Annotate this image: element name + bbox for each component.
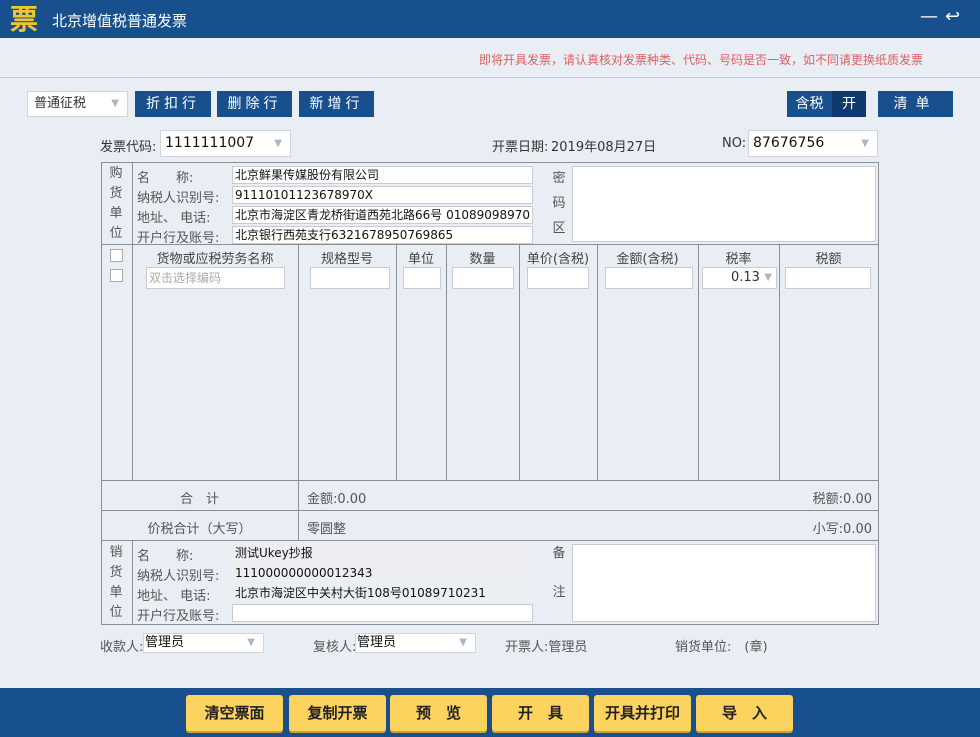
issuer-label: 开票人:管理员 xyxy=(505,640,588,655)
item-price-input[interactable] xyxy=(527,267,589,289)
back-button[interactable]: ↩ xyxy=(945,6,960,27)
tax-inclusive-label: 含税 xyxy=(787,91,832,117)
seller-bank-label: 开户行及账号: xyxy=(137,609,220,624)
divider xyxy=(0,77,980,78)
buyer-addr-label: 地址、 电话: xyxy=(137,211,211,226)
row-checkbox[interactable] xyxy=(110,269,123,282)
window-title: 北京增值税普通发票 xyxy=(52,12,188,30)
notice-text: 即将开具发票，请认真核对发票种类、代码、号码是否一致，如不同请更换纸质发票 xyxy=(478,53,923,67)
sum-label: 合 计 xyxy=(179,492,219,507)
chevron-down-icon: ▼ xyxy=(861,138,869,149)
invoice-no-select[interactable]: 87676756 ▼ xyxy=(748,130,878,157)
reviewer-select[interactable]: 管理员 ▼ xyxy=(355,633,476,653)
buyer-name-input[interactable]: 北京鲜果传媒股份有限公司 xyxy=(232,166,533,184)
list-button[interactable]: 清单 xyxy=(878,91,953,117)
item-qty-input[interactable] xyxy=(452,267,514,289)
seller-addr: 北京市海淀区中关村大街108号01089710231 xyxy=(232,584,531,602)
cipher-area xyxy=(572,166,876,242)
tax-inclusive-toggle[interactable]: 开 xyxy=(832,91,866,117)
seller-seal-label: 销货单位: (章) xyxy=(675,640,768,655)
tax-type-select[interactable]: 普通征税 ▼ xyxy=(27,91,128,117)
discount-row-button[interactable]: 折扣行 xyxy=(135,91,211,117)
buyer-tax-id-label: 纳税人识别号: xyxy=(137,191,220,206)
chevron-down-icon: ▼ xyxy=(111,98,119,109)
col-header-name: 货物或应税劳务名称 xyxy=(156,252,274,267)
col-header-price: 单价(含税) xyxy=(526,252,590,267)
item-spec-input[interactable] xyxy=(310,267,390,289)
seller-name: 测试Ukey抄报 xyxy=(232,544,531,562)
buyer-section-label: 购货单位 xyxy=(109,166,123,241)
delete-row-button[interactable]: 删除行 xyxy=(217,91,292,117)
issue-button[interactable]: 开 具 xyxy=(492,695,589,731)
buyer-bank-label: 开户行及账号: xyxy=(137,231,220,246)
seller-tax-id-label: 纳税人识别号: xyxy=(137,569,220,584)
col-header-tax: 税额 xyxy=(815,252,842,267)
payee-value: 管理员 xyxy=(145,635,185,650)
copy-invoice-button[interactable]: 复制开票 xyxy=(289,695,386,731)
item-name-input[interactable]: 双击选择编码 xyxy=(146,267,285,289)
total-amount: 金额:0.00 xyxy=(307,492,367,507)
chevron-down-icon: ▼ xyxy=(247,637,255,648)
buyer-name-label: 名 称: xyxy=(137,171,194,186)
date-label: 开票日期: xyxy=(492,140,549,155)
item-tax-input[interactable] xyxy=(785,267,871,289)
col-header-tax-rate: 税率 xyxy=(725,252,752,267)
invoice-logo-icon: 票 xyxy=(9,3,38,36)
col-header-qty: 数量 xyxy=(469,252,496,267)
item-unit-input[interactable] xyxy=(403,267,441,289)
buyer-tax-id-input[interactable]: 91110101123678970X xyxy=(232,186,533,204)
issue-print-button[interactable]: 开具并打印 xyxy=(594,695,691,731)
invoice-code-label: 发票代码: xyxy=(100,140,157,155)
footer-bar xyxy=(0,688,980,737)
invoice-no-label: NO: xyxy=(722,136,747,151)
invoice-no-value: 87676756 xyxy=(753,135,825,151)
chevron-down-icon: ▼ xyxy=(274,138,282,149)
tax-type-value: 普通征税 xyxy=(34,96,87,111)
grand-total-label: 价税合计（大写） xyxy=(147,522,252,537)
payee-select[interactable]: 管理员 ▼ xyxy=(143,633,264,653)
remark-label: 备注 xyxy=(552,546,566,600)
chevron-down-icon: ▼ xyxy=(764,272,772,283)
buyer-bank-input[interactable]: 北京银行西苑支行6321678950769865 xyxy=(232,226,533,244)
reviewer-label: 复核人: xyxy=(313,640,357,655)
minimize-button[interactable]: — xyxy=(920,6,938,27)
reviewer-value: 管理员 xyxy=(357,635,397,650)
grand-total-small: 小写:0.00 xyxy=(812,522,872,537)
select-all-checkbox[interactable] xyxy=(110,249,123,262)
import-button[interactable]: 导 入 xyxy=(696,695,793,731)
remark-input[interactable] xyxy=(572,544,876,622)
grand-total-words: 零圆整 xyxy=(307,522,347,537)
invoice-code-select[interactable]: 1111111007 ▼ xyxy=(160,130,291,157)
invoice-date: 2019年08月27日 xyxy=(551,140,657,155)
buyer-addr-input[interactable]: 北京市海淀区青龙桥街道西苑北路66号 01089098970 xyxy=(232,206,533,224)
col-header-unit: 单位 xyxy=(407,252,434,267)
preview-button[interactable]: 预 览 xyxy=(390,695,487,731)
seller-bank-input[interactable] xyxy=(232,604,533,622)
clear-button[interactable]: 清空票面 xyxy=(186,695,283,731)
col-header-spec: 规格型号 xyxy=(320,252,373,267)
cipher-area-label: 密码区 xyxy=(552,171,566,236)
tax-rate-select[interactable]: 0.13 ▼ xyxy=(702,267,777,289)
add-row-button[interactable]: 新增行 xyxy=(299,91,374,117)
col-header-amount: 金额(含税) xyxy=(616,252,679,267)
seller-addr-label: 地址、 电话: xyxy=(137,589,211,604)
seller-section-label: 销货单位 xyxy=(109,545,123,620)
invoice-code-value: 1111111007 xyxy=(165,135,255,151)
chevron-down-icon: ▼ xyxy=(459,637,467,648)
payee-label: 收款人: xyxy=(100,640,144,655)
tax-rate-value: 0.13 xyxy=(731,270,760,285)
seller-name-label: 名 称: xyxy=(137,549,194,564)
item-amount-input[interactable] xyxy=(605,267,693,289)
total-tax: 税额:0.00 xyxy=(812,492,872,507)
seller-tax-id: 111000000000012343 xyxy=(232,564,531,582)
